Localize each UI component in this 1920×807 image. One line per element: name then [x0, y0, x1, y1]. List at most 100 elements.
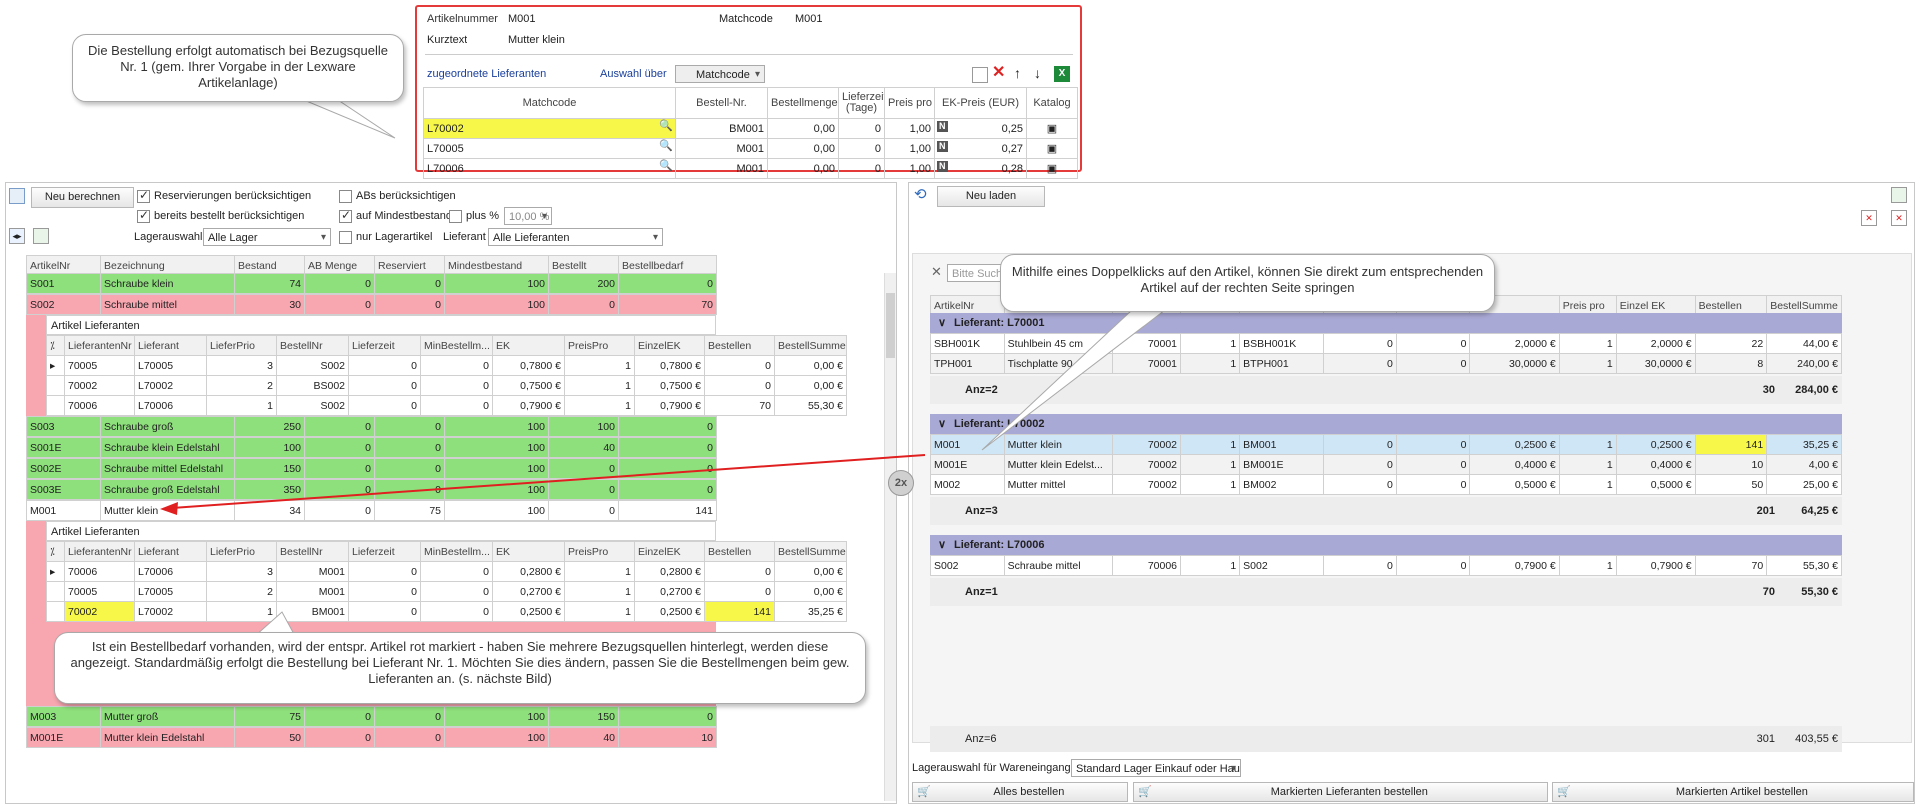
cell[interactable]: S003E — [26, 479, 101, 500]
sub-col[interactable]: PreisPro — [564, 541, 635, 562]
cell[interactable]: TPH001 — [930, 353, 1005, 374]
cell[interactable]: 50 — [234, 727, 305, 748]
cell[interactable]: 0 — [304, 416, 375, 437]
cell[interactable]: 3 — [206, 561, 277, 582]
tab-zugeordnete-lieferanten[interactable]: zugeordnete Lieferanten — [427, 65, 546, 83]
cell[interactable]: 0 — [304, 500, 375, 521]
new-icon[interactable] — [972, 67, 988, 83]
cell[interactable]: 0 — [420, 581, 493, 602]
menge-cell[interactable]: 0,00 — [767, 138, 839, 159]
table-row[interactable]: S002E Schraube mittel Edelstahl 150 0 0 100 0 0 — [26, 458, 717, 479]
catalog-icon[interactable]: ▣ — [1026, 158, 1078, 179]
cell[interactable]: 100 — [444, 500, 549, 521]
cell[interactable]: 1 — [1558, 474, 1617, 495]
cell[interactable]: BTPH001 — [1239, 353, 1325, 374]
cell[interactable]: 0 — [374, 479, 445, 500]
cell[interactable]: 1 — [564, 561, 635, 582]
close-icon[interactable]: ✕ — [931, 263, 942, 281]
cell[interactable]: 100 — [234, 437, 305, 458]
cell[interactable]: M002 — [930, 474, 1005, 495]
cell[interactable]: 0 — [420, 561, 493, 582]
cell[interactable]: 75 — [234, 706, 305, 727]
cell[interactable]: 100 — [444, 479, 549, 500]
cell[interactable]: S002 — [26, 294, 101, 315]
sub-col[interactable]: Lieferant — [134, 541, 207, 562]
auswahl-select[interactable]: Matchcode — [675, 65, 765, 83]
cell[interactable]: S002E — [26, 458, 101, 479]
search-icon[interactable]: 🔍 — [659, 160, 673, 172]
cell[interactable]: 70005 — [64, 355, 135, 376]
col-lieferzeit[interactable]: Lieferzeit (Tage) — [838, 87, 885, 119]
cell[interactable]: 0 — [420, 395, 493, 416]
cell[interactable]: 100 — [444, 437, 549, 458]
cell[interactable]: M001 — [26, 500, 101, 521]
col-preis-pro[interactable]: Preis pro — [884, 87, 935, 119]
cell[interactable]: S002 — [276, 395, 349, 416]
cell[interactable]: 100 — [444, 416, 549, 437]
cell[interactable]: BM001E — [1239, 454, 1325, 475]
cell[interactable]: 1 — [1180, 555, 1241, 576]
table-row[interactable]: M001E Mutter klein Edelst... 70002 1 BM001E 0… — [930, 454, 1842, 475]
cell[interactable]: 0,2500 € — [492, 601, 565, 622]
cell[interactable]: 1 — [206, 395, 277, 416]
menge-cell[interactable]: 0,00 — [767, 118, 839, 139]
cell[interactable]: 1 — [1558, 434, 1617, 455]
cell[interactable]: Tischplatte 90 — [1003, 353, 1113, 374]
sub-col[interactable]: EinzelEK — [634, 335, 705, 356]
cell[interactable]: 2 — [206, 375, 277, 396]
cell[interactable]: 70 — [618, 294, 717, 315]
wareneingang-select[interactable]: Standard Lager Einkauf oder Hauptlager — [1071, 759, 1241, 777]
cell[interactable]: SBH001K — [930, 333, 1005, 354]
lieferant-select[interactable]: Alle Lieferanten — [488, 228, 663, 246]
cell[interactable]: 0,7900 € — [634, 395, 705, 416]
cell[interactable]: BM001 — [276, 601, 349, 622]
cell[interactable]: 0 — [1395, 474, 1471, 495]
cell[interactable]: 1 — [564, 375, 635, 396]
lieferzeit-cell[interactable]: 0 — [838, 158, 885, 179]
cell[interactable]: 0 — [548, 458, 619, 479]
cell[interactable]: 100 — [444, 294, 549, 315]
delete-icon[interactable]: ✕ — [1891, 210, 1907, 226]
cell[interactable]: 0,2800 € — [492, 561, 565, 582]
sub-row[interactable]: ▸ 70005 L70005 3 S002 0 0 0,7800 €1 0,7800 €0 0,0… — [46, 355, 847, 376]
cell[interactable]: 0 — [1395, 555, 1471, 576]
cell[interactable]: 0 — [1395, 434, 1471, 455]
cell[interactable]: 44,00 € — [1766, 333, 1842, 354]
cell[interactable]: 0 — [304, 294, 375, 315]
cell[interactable]: M001 — [930, 434, 1005, 455]
table-row[interactable]: SBH001K Stuhlbein 45 cm 70001 1 BSBH001K 0 0 2,… — [930, 333, 1842, 354]
cell[interactable]: M001E — [930, 454, 1005, 475]
cell[interactable]: 0,00 € — [774, 375, 847, 396]
cell[interactable]: 0 — [1323, 555, 1397, 576]
col-bestellmenge[interactable]: Bestellmenge — [767, 87, 839, 119]
export-icon[interactable] — [33, 228, 49, 244]
export-icon[interactable] — [1891, 187, 1907, 203]
cell[interactable]: 0 — [1395, 353, 1471, 374]
cell[interactable]: 0 — [348, 355, 421, 376]
mindest-checkbox[interactable] — [339, 208, 352, 223]
cell[interactable]: 30 — [234, 294, 305, 315]
abs-checkbox[interactable] — [339, 190, 352, 203]
ek-cell[interactable]: 0,25 — [1002, 123, 1023, 135]
order-supplier-button[interactable]: 🛒 Markierten Lieferanten bestellen — [1133, 782, 1548, 802]
cell[interactable]: S002 — [930, 555, 1005, 576]
cell[interactable]: 1 — [1180, 333, 1241, 354]
lager-select[interactable]: Alle Lager — [203, 228, 331, 246]
sub-col[interactable]: BestellSumme — [774, 541, 847, 562]
sub-row[interactable]: 70002 L70002 2 BS002 0 0 0,7500 €1 0,7500 €0 0,0… — [46, 375, 847, 396]
matchcode-cell[interactable]: L70005 — [427, 143, 464, 155]
search-icon[interactable]: 🔍 — [659, 140, 673, 152]
order-article-button[interactable]: 🛒 Markierten Artikel bestellen — [1552, 782, 1914, 802]
cell[interactable]: S002 — [276, 355, 349, 376]
cell[interactable]: 70002 — [64, 375, 135, 396]
cell[interactable]: 50 — [1694, 474, 1768, 495]
cell[interactable]: 25,00 € — [1766, 474, 1842, 495]
sub-col[interactable]: BestellSumme — [774, 335, 847, 356]
cell[interactable]: 70001 — [1111, 353, 1182, 374]
sub-col[interactable]: Lieferzeit — [348, 541, 421, 562]
sub-col[interactable]: LieferantenNr — [64, 335, 135, 356]
cell[interactable]: Mutter klein — [100, 500, 235, 521]
cell[interactable]: 0,00 € — [774, 561, 847, 582]
col-matchcode[interactable]: Matchcode — [423, 87, 676, 119]
table-row[interactable]: M003 Mutter groß 75 0 0 100 150 0 — [26, 706, 717, 727]
